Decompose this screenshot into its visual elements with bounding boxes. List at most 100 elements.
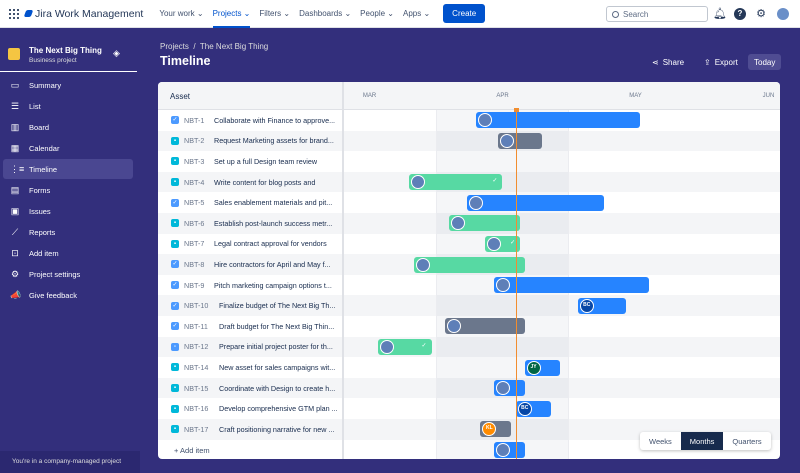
timeline-bar[interactable]: KL [480,421,512,438]
issue-summary[interactable]: Sales enablement materials and pit... [214,198,332,207]
timeline-bar[interactable]: BC [577,297,627,314]
breadcrumb-project[interactable]: The Next Big Thing [200,42,268,51]
asset-cell[interactable]: ✓ NBT-10 Finalize budget of The Next Big T… [158,295,342,316]
issue-key[interactable]: NBT-3 [184,157,212,166]
asset-cell[interactable]: ▪ NBT-14 New asset for sales campaigns wit… [158,357,342,378]
sidebar-item-issues[interactable]: ▣ Issues [3,201,133,221]
issue-summary[interactable]: Coordinate with Design to create h... [219,384,335,393]
issue-key[interactable]: NBT-5 [184,198,212,207]
search-input[interactable]: Search [606,6,708,22]
assignee-avatar[interactable] [495,278,510,293]
issue-summary[interactable]: Write content for blog posts and [214,178,315,187]
issue-key[interactable]: NBT-12 [184,342,217,351]
asset-cell[interactable]: ▪ NBT-4 Write content for blog posts and [158,172,342,193]
issue-summary[interactable]: Establish post-launch success metr... [214,219,332,228]
sidebar-item-list[interactable]: ☰ List [3,96,133,116]
issue-key[interactable]: NBT-14 [184,363,217,372]
asset-cell[interactable]: ▪ NBT-16 Develop comprehensive GTM plan ..… [158,398,342,419]
assignee-avatar[interactable] [500,133,515,148]
asset-cell[interactable]: ✓ NBT-8 Hire contractors for April and May… [158,254,342,275]
add-item-button[interactable]: + Add item [174,446,210,455]
asset-cell[interactable]: ▪ NBT-15 Coordinate with Design to create … [158,378,342,399]
timeline-bar[interactable]: JY [524,359,561,376]
sidebar-item-project-settings[interactable]: ⚙ Project settings [3,264,133,284]
issue-summary[interactable]: Request Marketing assets for brand... [214,136,334,145]
share-button[interactable]: ⋖ Share [646,54,690,70]
nav-item[interactable]: Dashboards ⌄ [299,0,351,28]
app-switcher-icon[interactable] [9,8,19,19]
assignee-avatar[interactable] [451,216,466,231]
timeline-bar[interactable] [444,318,525,335]
sidebar-item-summary[interactable]: ▭ Summary [3,75,133,95]
asset-cell[interactable]: ▪ NBT-17 Craft positioning narrative for n… [158,419,342,440]
product-logo[interactable]: Jira Work Management [23,8,143,20]
sidebar-item-calendar[interactable]: ▦ Calendar [3,138,133,158]
issue-summary[interactable]: Develop comprehensive GTM plan ... [219,404,338,413]
assignee-avatar[interactable]: JY [526,360,541,375]
asset-cell[interactable]: ▪ NBT-2 Request Marketing assets for brand… [158,131,342,152]
issue-key[interactable]: NBT-4 [184,178,212,187]
issue-summary[interactable]: Set up a full Design team review [214,157,317,166]
asset-cell[interactable]: ▪ NBT-3 Set up a full Design team review [158,151,342,172]
asset-cell[interactable]: ✓ NBT-11 Draft budget for The Next Big Thi… [158,316,342,337]
timeline-bar[interactable] [413,256,525,273]
timeline-bar[interactable] [493,380,525,397]
asset-cell[interactable]: ▪ NBT-6 Establish post-launch success metr… [158,213,342,234]
issue-key[interactable]: NBT-1 [184,116,212,125]
sidebar-item-timeline[interactable]: ⋮≡ Timeline [3,159,133,179]
user-avatar[interactable] [777,8,789,20]
issue-key[interactable]: NBT-15 [184,384,217,393]
assignee-avatar[interactable] [486,236,501,251]
today-marker-handle[interactable] [514,108,520,112]
issue-summary[interactable]: Craft positioning narrative for new ... [219,425,334,434]
create-button[interactable]: Create [443,4,486,23]
nav-item[interactable]: Projects ⌄ [212,0,251,28]
nav-item[interactable]: Filters ⌄ [259,0,290,28]
paint-bucket-icon[interactable]: ◈ [113,48,120,59]
sidebar-item-board[interactable]: ▥ Board [3,117,133,137]
sidebar-item-forms[interactable]: ▤ Forms [3,180,133,200]
asset-cell[interactable]: ✓ NBT-9 Pitch marketing campaign options t… [158,275,342,296]
asset-cell[interactable]: ✓ NBT-5 Sales enablement materials and pit… [158,192,342,213]
issue-summary[interactable]: Prepare initial project poster for th... [219,342,333,351]
settings-icon[interactable]: ⚙ [755,8,767,20]
issue-summary[interactable]: Pitch marketing campaign options t... [214,281,332,290]
help-icon[interactable]: ? [734,8,746,20]
timeline-bar[interactable]: ✓ [378,338,432,355]
scale-option-weeks[interactable]: Weeks [640,432,681,450]
issue-key[interactable]: NBT-7 [184,239,212,248]
issue-summary[interactable]: New asset for sales campaigns wit... [219,363,335,372]
assignee-avatar[interactable] [380,339,395,354]
issue-summary[interactable]: Draft budget for The Next Big Thin... [219,322,334,331]
column-resize-handle[interactable] [342,82,344,459]
assignee-avatar[interactable] [446,319,461,334]
assignee-avatar[interactable] [477,113,492,128]
issue-key[interactable]: NBT-2 [184,136,212,145]
issue-summary[interactable]: Collaborate with Finance to approve... [214,116,335,125]
timeline-bar[interactable]: ✓ [409,174,503,191]
scale-option-months[interactable]: Months [680,432,724,450]
issue-key[interactable]: NBT-10 [184,301,217,310]
assignee-avatar[interactable] [495,442,510,457]
assignee-avatar[interactable] [469,195,483,210]
issue-summary[interactable]: Finalize budget of The Next Big Th... [219,301,335,310]
assignee-avatar[interactable]: BC [517,401,532,416]
issue-key[interactable]: NBT-16 [184,404,217,413]
issue-summary[interactable]: Hire contractors for April and May f... [214,260,331,269]
asset-cell[interactable]: ▫ NBT-12 Prepare initial project poster fo… [158,337,342,358]
assignee-avatar[interactable] [495,381,510,396]
sidebar-item-give-feedback[interactable]: 📣 Give feedback [3,285,133,305]
timeline-bar[interactable] [475,112,640,129]
assignee-avatar[interactable] [411,175,426,190]
timeline-bar[interactable]: BC [515,400,552,417]
issue-key[interactable]: NBT-8 [184,260,212,269]
breadcrumb-projects[interactable]: Projects [160,42,189,51]
today-button[interactable]: Today [748,54,782,70]
timeline-bar[interactable] [449,215,521,232]
issue-summary[interactable]: Legal contract approval for vendors [214,239,327,248]
export-button[interactable]: ⇪ Export [698,54,744,70]
issue-key[interactable]: NBT-17 [184,425,217,434]
issue-key[interactable]: NBT-9 [184,281,212,290]
issue-key[interactable]: NBT-6 [184,219,212,228]
sidebar-item-reports[interactable]: ⟋ Reports [3,222,133,242]
